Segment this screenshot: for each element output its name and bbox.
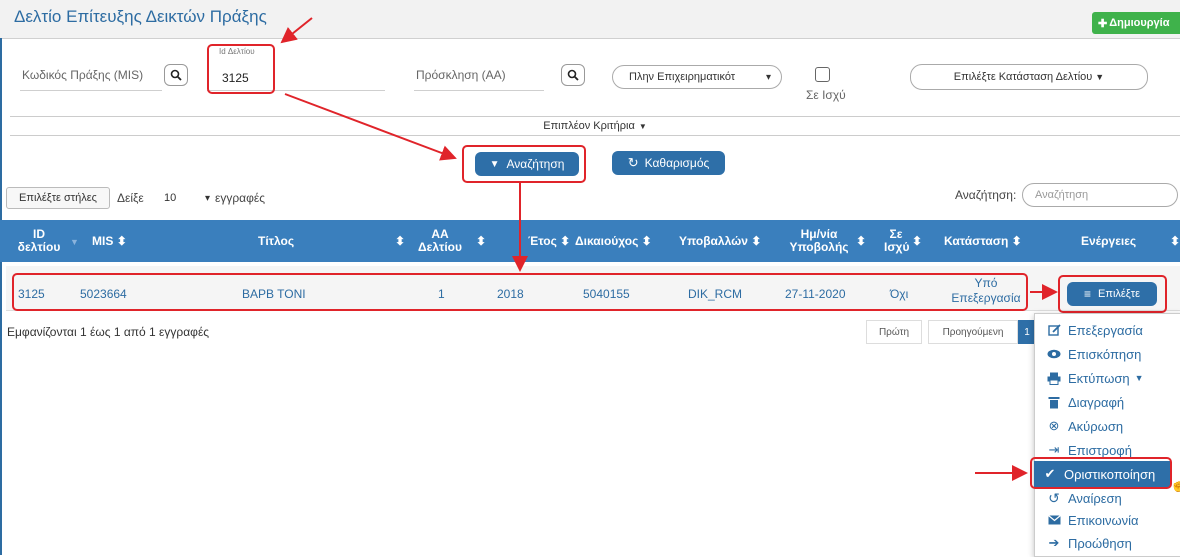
arrow-to-id-field bbox=[280, 17, 313, 44]
arrow-id-to-search bbox=[284, 93, 457, 161]
annotation-arrows bbox=[280, 17, 1058, 481]
